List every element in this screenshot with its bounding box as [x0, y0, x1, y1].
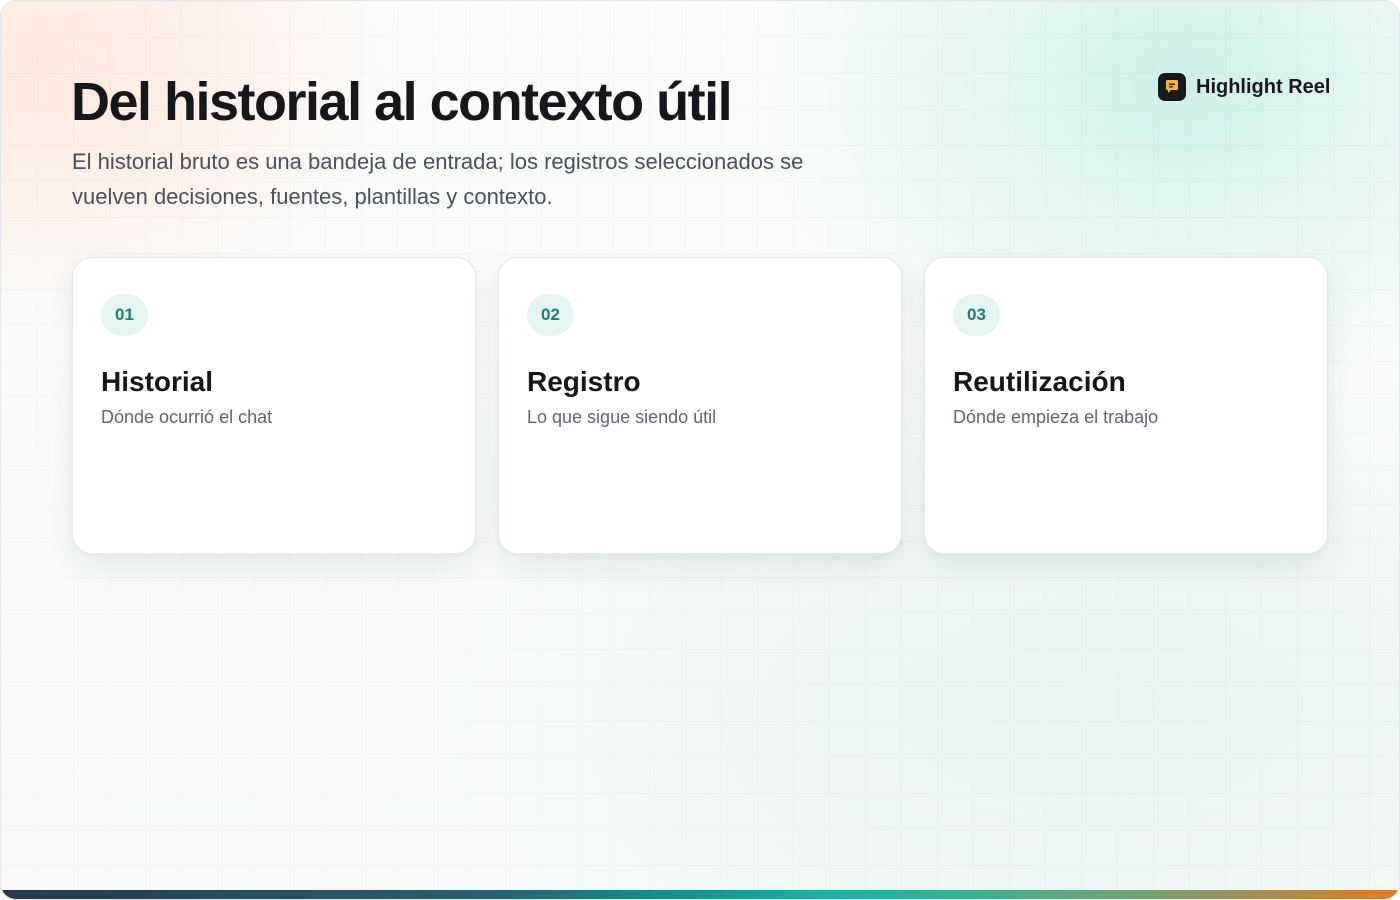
brand-badge: Highlight Reel: [1158, 72, 1330, 102]
card-description: Dónde empieza el trabajo: [953, 407, 1159, 427]
card-description: Lo que sigue siendo útil: [527, 407, 717, 427]
step-number-badge: 02: [527, 294, 574, 336]
card-title: Historial: [101, 366, 214, 397]
step-card-reutilizacion: 03 Reutilización Dónde empieza el trabaj…: [924, 257, 1328, 554]
step-number-badge: 03: [953, 294, 1000, 336]
step-card-historial: 01 Historial Dónde ocurrió el chat: [72, 257, 476, 554]
page-title: Del historial al contexto útil: [71, 72, 733, 132]
chat-bubble-icon-glyph: [1166, 80, 1178, 93]
page-subtitle: El historial bruto es una bandeja de ent…: [72, 149, 804, 209]
step-number-badge: 01: [101, 294, 148, 336]
slide-frame: Del historial al contexto útil El histor…: [0, 0, 1400, 900]
brand-name: Highlight Reel: [1196, 75, 1331, 98]
card-title: Reutilización: [953, 366, 1126, 397]
card-description: Dónde ocurrió el chat: [101, 407, 273, 427]
chat-bubble-icon: [1158, 73, 1186, 101]
card-title: Registro: [527, 366, 641, 397]
bottom-gradient-bar: [1, 890, 1399, 899]
step-card-registro: 02 Registro Lo que sigue siendo útil: [498, 257, 902, 554]
